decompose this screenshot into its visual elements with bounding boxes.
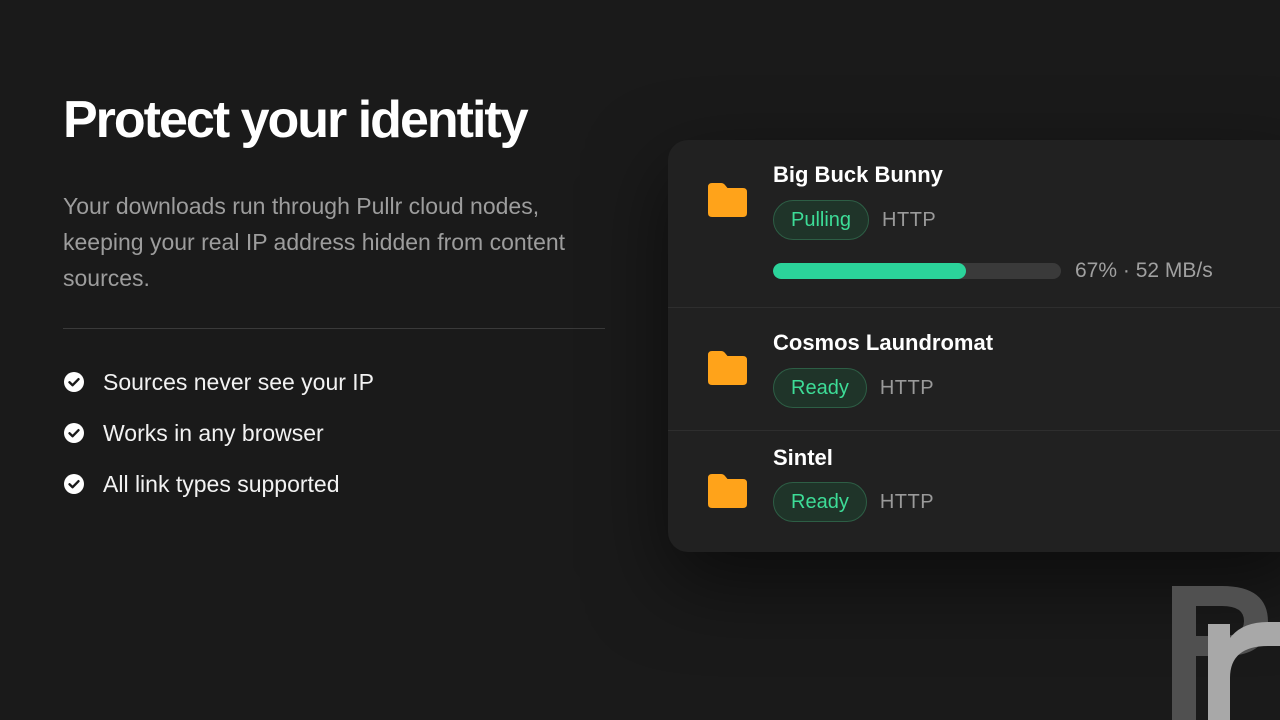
pullr-logo-icon xyxy=(1172,586,1280,720)
progress-line: 67% · 52 MB/s xyxy=(773,259,1213,283)
status-badge: Pulling xyxy=(773,200,870,240)
hero-subtitle: Your downloads run through Pullr cloud n… xyxy=(63,193,566,291)
feature-item: Works in any browser xyxy=(63,416,608,450)
protocol-label: HTTP xyxy=(879,376,935,399)
protocol-label: HTTP xyxy=(879,490,935,513)
feature-text: Sources never see your IP xyxy=(103,368,375,395)
progress-text: 67% · 52 MB/s xyxy=(1075,259,1213,282)
download-row[interactable]: Big Buck Bunny Pulling HTTP 67% · 52 MB/… xyxy=(668,140,1280,308)
feature-text: All link types supported xyxy=(103,470,340,497)
check-circle-icon xyxy=(63,473,85,495)
protocol-label: HTTP xyxy=(882,208,937,231)
status-line: Pulling HTTP xyxy=(773,200,936,240)
divider xyxy=(63,328,605,329)
feature-item: All link types supported xyxy=(63,467,608,501)
folder-icon xyxy=(705,181,750,219)
feature-text: Works in any browser xyxy=(103,419,324,446)
status-badge: Ready xyxy=(773,482,867,522)
hero-section: Protect your identity Your downloads run… xyxy=(63,88,608,518)
download-name: Big Buck Bunny xyxy=(773,162,943,187)
status-line: Ready HTTP xyxy=(773,482,934,522)
downloads-card: Big Buck Bunny Pulling HTTP 67% · 52 MB/… xyxy=(668,140,1280,552)
page: Protect your identity Your downloads run… xyxy=(0,0,1280,720)
hero-title: Protect your identity xyxy=(63,91,529,149)
folder-icon xyxy=(705,472,750,510)
feature-item: Sources never see your IP xyxy=(63,365,608,399)
folder-icon xyxy=(705,349,750,387)
check-circle-icon xyxy=(63,371,85,393)
progress-bar xyxy=(773,263,1061,279)
download-name: Cosmos Laundromat xyxy=(773,330,994,355)
progress-fill xyxy=(773,263,966,279)
check-circle-icon xyxy=(63,422,85,444)
download-name: Sintel xyxy=(773,445,833,470)
status-line: Ready HTTP xyxy=(773,368,934,408)
download-row[interactable]: Cosmos Laundromat Ready HTTP xyxy=(668,308,1280,431)
feature-list: Sources never see your IP Works in any b… xyxy=(63,365,608,501)
status-badge: Ready xyxy=(773,368,867,408)
download-row[interactable]: Sintel Ready HTTP xyxy=(668,431,1280,552)
